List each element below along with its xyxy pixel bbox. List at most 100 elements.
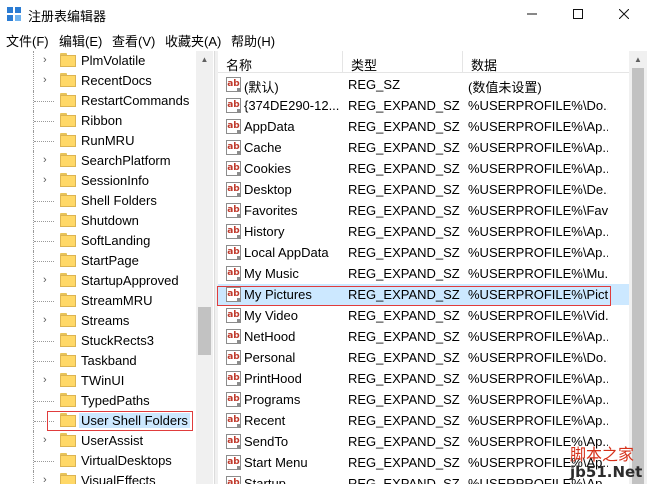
value-row[interactable]: ab (默认) REG_SZ (数值未设置) (218, 74, 629, 95)
column-header-data[interactable]: 数据 (463, 51, 629, 73)
expand-chevron-icon[interactable]: › (43, 274, 47, 286)
value-row[interactable]: ab AppData REG_EXPAND_SZ %USERPROFILE%\Ap..… (218, 116, 629, 137)
value-row[interactable]: ab Cache REG_EXPAND_SZ %USERPROFILE%\Ap... (218, 137, 629, 158)
tree-guide-line (33, 471, 34, 484)
tree-branch-line (34, 141, 54, 142)
value-data: %USERPROFILE%\Do... (468, 98, 608, 113)
expand-chevron-icon[interactable]: › (43, 54, 47, 66)
tree-item[interactable]: › PlmVolatile (0, 51, 196, 71)
value-row[interactable]: ab NetHood REG_EXPAND_SZ %USERPROFILE%\Ap..… (218, 326, 629, 347)
value-row[interactable]: ab My Video REG_EXPAND_SZ %USERPROFILE%\Vid… (218, 305, 629, 326)
tree-guide-line (33, 371, 34, 391)
scroll-up-arrow-icon[interactable]: ▲ (629, 51, 647, 68)
tree-scroll-thumb[interactable] (198, 307, 211, 355)
values-list[interactable]: 名称 类型 数据 ab (默认) REG_SZ (数值未设置) ab {374DE290-… (218, 51, 629, 484)
tree-item[interactable]: Shutdown (0, 211, 196, 231)
tree-item[interactable]: SoftLanding (0, 231, 196, 251)
menu-edit[interactable]: 编辑(E) (59, 31, 102, 50)
tree-guide-line (33, 151, 34, 171)
value-name: (默认) (244, 80, 279, 95)
string-value-icon: ab (226, 455, 241, 470)
expand-chevron-icon[interactable]: › (43, 474, 47, 484)
expand-chevron-icon[interactable]: › (43, 314, 47, 326)
tree-item[interactable]: › RecentDocs (0, 71, 196, 91)
value-name: My Music (244, 266, 299, 281)
tree-item[interactable]: VirtualDesktops (0, 451, 196, 471)
tree-item-label: SearchPlatform (81, 153, 171, 168)
string-value-icon: ab (226, 308, 241, 323)
value-type: REG_EXPAND_SZ (348, 119, 460, 134)
minimize-button[interactable] (509, 0, 555, 28)
tree-item[interactable]: Ribbon (0, 111, 196, 131)
expand-chevron-icon[interactable]: › (43, 374, 47, 386)
tree-item[interactable]: › VisualEffects (0, 471, 196, 484)
value-type: REG_EXPAND_SZ (348, 392, 460, 407)
folder-icon (60, 393, 76, 407)
tree-item[interactable]: StartPage (0, 251, 196, 271)
menu-help[interactable]: 帮助(H) (231, 31, 275, 50)
tree-item[interactable]: › StartupApproved (0, 271, 196, 291)
values-scroll-thumb[interactable] (632, 68, 644, 484)
menu-favorites[interactable]: 收藏夹(A) (165, 31, 221, 50)
value-type: REG_EXPAND_SZ (348, 413, 460, 428)
tree-item-label: Shell Folders (81, 193, 157, 208)
value-name: Start Menu (244, 455, 308, 470)
tree-item[interactable]: › Streams (0, 311, 196, 331)
tree-selection-highlight (47, 411, 193, 431)
value-row[interactable]: ab {374DE290-12... REG_EXPAND_SZ %USERPROFI… (218, 95, 629, 116)
string-value-icon: ab (226, 434, 241, 449)
tree-item[interactable]: › UserAssist (0, 431, 196, 451)
regedit-icon (7, 7, 21, 21)
folder-icon (60, 273, 76, 287)
value-row[interactable]: ab Cookies REG_EXPAND_SZ %USERPROFILE%\Ap..… (218, 158, 629, 179)
values-header: 名称 类型 数据 (218, 51, 629, 73)
expand-chevron-icon[interactable]: › (43, 74, 47, 86)
tree-item[interactable]: › SearchPlatform (0, 151, 196, 171)
value-type: REG_EXPAND_SZ (348, 98, 460, 113)
value-row[interactable]: ab Favorites REG_EXPAND_SZ %USERPROFILE%\Fa… (218, 200, 629, 221)
column-header-name[interactable]: 名称 (218, 51, 343, 73)
value-row[interactable]: ab Desktop REG_EXPAND_SZ %USERPROFILE%\De..… (218, 179, 629, 200)
tree-branch-line (34, 361, 54, 362)
tree-item[interactable]: Shell Folders (0, 191, 196, 211)
tree-item[interactable]: RunMRU (0, 131, 196, 151)
value-row[interactable]: ab My Music REG_EXPAND_SZ %USERPROFILE%\Mu.… (218, 263, 629, 284)
expand-chevron-icon[interactable]: › (43, 154, 47, 166)
tree-branch-line (34, 201, 54, 202)
expand-chevron-icon[interactable]: › (43, 434, 47, 446)
tree-item[interactable]: RestartCommands (0, 91, 196, 111)
value-name: Favorites (244, 203, 298, 218)
tree-item[interactable]: StreamMRU (0, 291, 196, 311)
value-row[interactable]: ab Local AppData REG_EXPAND_SZ %USERPROFILE… (218, 242, 629, 263)
folder-icon (60, 373, 76, 387)
tree-item[interactable]: TypedPaths (0, 391, 196, 411)
value-row[interactable]: ab Personal REG_EXPAND_SZ %USERPROFILE%\Do.… (218, 347, 629, 368)
folder-icon (60, 93, 76, 107)
scroll-up-arrow-icon[interactable]: ▲ (196, 51, 213, 68)
tree-item[interactable]: › SessionInfo (0, 171, 196, 191)
value-row[interactable]: ab Recent REG_EXPAND_SZ %USERPROFILE%\Ap... (218, 410, 629, 431)
tree-item[interactable]: StuckRects3 (0, 331, 196, 351)
value-data: %USERPROFILE%\Do... (468, 350, 608, 365)
value-name: PrintHood (244, 371, 302, 386)
folder-icon (60, 53, 76, 67)
folder-icon (60, 353, 76, 367)
value-row[interactable]: ab Programs REG_EXPAND_SZ %USERPROFILE%\Ap.… (218, 389, 629, 410)
tree-scrollbar[interactable]: ▲ (196, 51, 213, 484)
value-data: (数值未设置) (468, 80, 542, 95)
value-row[interactable]: ab PrintHood REG_EXPAND_SZ %USERPROFILE%\Ap… (218, 368, 629, 389)
string-value-icon: ab (226, 119, 241, 134)
value-row[interactable]: ab History REG_EXPAND_SZ %USERPROFILE%\Ap..… (218, 221, 629, 242)
expand-chevron-icon[interactable]: › (43, 174, 47, 186)
values-scrollbar[interactable]: ▲ (629, 51, 647, 484)
menu-file[interactable]: 文件(F) (6, 31, 49, 50)
tree-item[interactable]: Taskband (0, 351, 196, 371)
tree-item[interactable]: › TWinUI (0, 371, 196, 391)
folder-icon (60, 433, 76, 447)
menu-view[interactable]: 查看(V) (112, 31, 155, 50)
maximize-button[interactable] (555, 0, 601, 28)
close-button[interactable] (601, 0, 647, 28)
string-value-icon: ab (226, 350, 241, 365)
value-name: My Video (244, 308, 298, 323)
column-header-type[interactable]: 类型 (343, 51, 463, 73)
